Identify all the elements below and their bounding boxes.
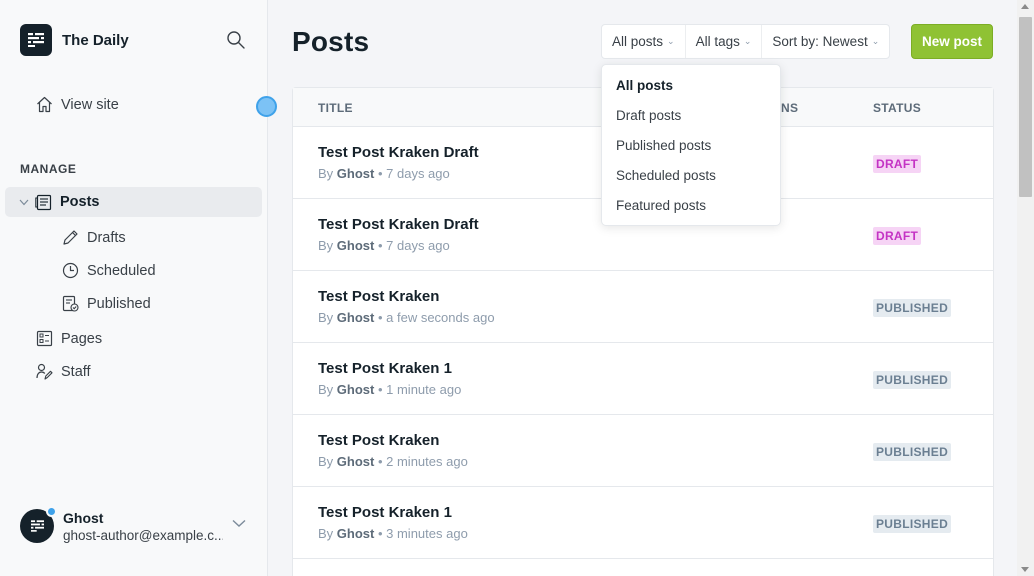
chevron-down-icon: ⌄ — [667, 36, 675, 46]
clock-icon — [62, 262, 79, 279]
published-icon — [62, 295, 79, 312]
chevron-down-icon: ⌄ — [743, 36, 752, 46]
sidebar-item-drafts[interactable]: Drafts — [62, 229, 126, 246]
post-author: Ghost — [336, 454, 375, 469]
column-status: STATUS — [873, 101, 922, 115]
posts-icon — [35, 194, 52, 210]
scroll-up-arrow-icon[interactable] — [1021, 4, 1029, 9]
post-time: a few seconds ago — [386, 310, 495, 325]
column-partial: NS — [781, 101, 799, 115]
brand[interactable]: The Daily — [20, 24, 129, 56]
notification-dot[interactable] — [256, 96, 277, 117]
post-meta: By Ghost • 1 minute ago — [318, 382, 462, 397]
post-title: Test Post Kraken 1 — [318, 360, 452, 377]
post-author: Ghost — [336, 310, 375, 325]
dropdown-item-draft-posts[interactable]: Draft posts — [616, 108, 681, 123]
sidebar-item-label: Posts — [60, 194, 100, 210]
status-badge: DRAFT — [873, 155, 922, 173]
table-row[interactable]: Test Post Kraken By Ghost • 2 minutes ag… — [293, 415, 993, 487]
status-badge: PUBLISHED — [873, 371, 952, 389]
sidebar-item-label: Staff — [61, 363, 91, 380]
sort-select[interactable]: Sort by: Newest ⌄ — [762, 25, 889, 58]
sidebar-item-scheduled[interactable]: Scheduled — [62, 262, 156, 279]
post-author: Ghost — [336, 526, 375, 541]
home-icon — [37, 96, 52, 113]
dropdown-item-featured-posts[interactable]: Featured posts — [616, 198, 706, 213]
sidebar-item-pages[interactable]: Pages — [36, 330, 102, 347]
sidebar-item-posts[interactable]: Posts — [5, 187, 262, 217]
post-meta: By Ghost • 3 minutes ago — [318, 526, 468, 541]
manage-section-label: MANAGE — [20, 162, 77, 176]
search-icon[interactable] — [226, 30, 248, 52]
chevron-down-icon: ⌄ — [871, 36, 880, 46]
dropdown-item-published-posts[interactable]: Published posts — [616, 138, 711, 153]
pages-icon — [36, 330, 53, 347]
post-author: Ghost — [336, 166, 375, 181]
status-badge: DRAFT — [873, 227, 922, 245]
page-scrollbar[interactable] — [1017, 0, 1034, 576]
table-row[interactable]: Test Post Kraken By Ghost • a few second… — [293, 271, 993, 343]
post-meta: By Ghost • 2 minutes ago — [318, 454, 468, 469]
post-time: 7 days ago — [386, 238, 450, 253]
pencil-icon — [63, 230, 78, 245]
notification-dot — [46, 506, 57, 517]
chevron-down-icon[interactable] — [19, 199, 29, 206]
table-row[interactable]: Test Post Kraken 1 By Ghost • 1 minute a… — [293, 343, 993, 415]
user-menu[interactable]: Ghost ghost-author@example.c... — [20, 506, 223, 543]
post-meta: By Ghost • a few seconds ago — [318, 310, 495, 325]
filter-type-dropdown: All posts Draft posts Published posts Sc… — [601, 64, 781, 226]
sidebar: The Daily View site MANAGE Posts Drafts … — [0, 0, 277, 576]
sidebar-item-label: Drafts — [87, 229, 126, 246]
avatar — [20, 506, 57, 543]
filter-type-label: All posts — [612, 34, 664, 49]
table-row[interactable]: Test Post Kraken 1 By Ghost • 3 minutes … — [293, 487, 993, 559]
status-badge: PUBLISHED — [873, 299, 952, 317]
user-email: ghost-author@example.c... — [63, 527, 223, 543]
sidebar-item-published[interactable]: Published — [62, 295, 151, 312]
view-site-link[interactable]: View site — [36, 96, 119, 113]
page-title: Posts — [292, 26, 370, 57]
filter-type-select[interactable]: All posts ⌄ — [602, 25, 686, 58]
sidebar-item-label: Published — [87, 295, 151, 312]
dropdown-item-scheduled-posts[interactable]: Scheduled posts — [616, 168, 716, 183]
post-title: Test Post Kraken 1 — [318, 504, 452, 521]
post-author: Ghost — [336, 382, 375, 397]
post-time: 2 minutes ago — [386, 454, 468, 469]
post-title: Test Post Kraken — [318, 288, 440, 305]
view-site-label: View site — [61, 96, 119, 113]
brand-name: The Daily — [62, 31, 129, 49]
chevron-down-icon[interactable] — [232, 519, 246, 528]
post-time: 3 minutes ago — [386, 526, 468, 541]
staff-icon — [36, 363, 53, 380]
scroll-down-arrow-icon[interactable] — [1021, 567, 1029, 572]
post-title: Test Post Kraken — [318, 432, 440, 449]
post-time: 1 minute ago — [386, 382, 462, 397]
sidebar-item-label: Scheduled — [87, 262, 156, 279]
sidebar-item-staff[interactable]: Staff — [36, 363, 91, 380]
filter-tags-select[interactable]: All tags ⌄ — [686, 25, 763, 58]
status-badge: PUBLISHED — [873, 443, 952, 461]
ghost-logo-icon — [20, 24, 52, 56]
scrollbar-thumb[interactable] — [1019, 17, 1032, 197]
post-meta: By Ghost • 7 days ago — [318, 166, 450, 181]
dropdown-item-all-posts[interactable]: All posts — [616, 78, 673, 93]
post-meta: By Ghost • 7 days ago — [318, 238, 450, 253]
new-post-button[interactable]: New post — [911, 24, 993, 59]
post-title: Test Post Kraken Draft — [318, 216, 479, 233]
post-time: 7 days ago — [386, 166, 450, 181]
user-name: Ghost — [63, 509, 104, 526]
post-title: Test Post Kraken Draft — [318, 144, 479, 161]
filter-bar: All posts ⌄ All tags ⌄ Sort by: Newest ⌄ — [601, 24, 891, 59]
sidebar-item-label: Pages — [61, 330, 103, 347]
post-author: Ghost — [336, 238, 375, 253]
column-title: TITLE — [318, 101, 353, 115]
sort-label: Sort by: Newest — [772, 34, 868, 49]
status-badge: PUBLISHED — [873, 515, 952, 533]
filter-tags-label: All tags — [695, 34, 740, 49]
